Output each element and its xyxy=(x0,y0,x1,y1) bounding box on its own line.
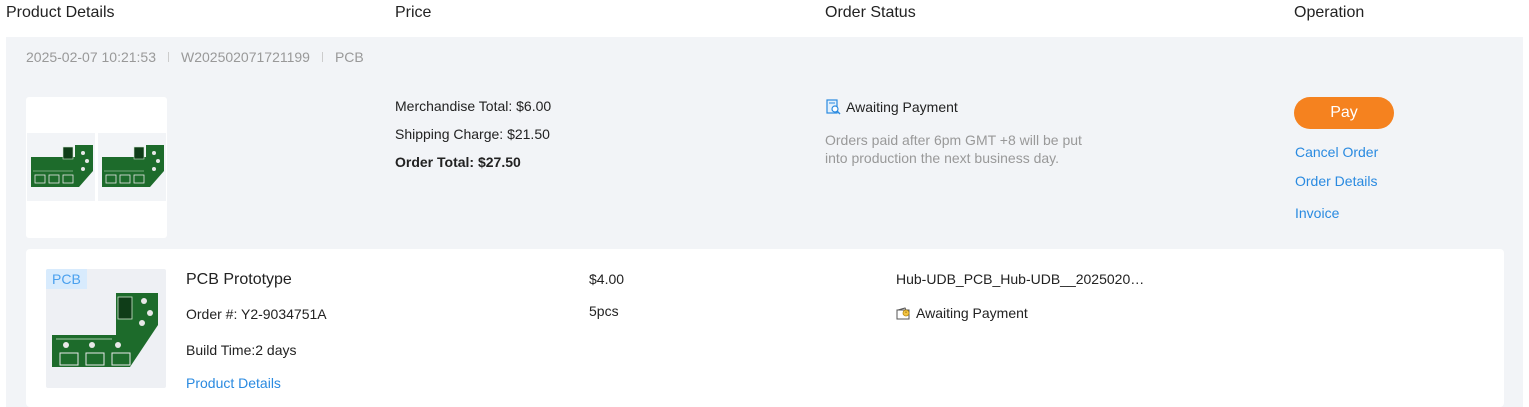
pcb-product-image[interactable]: PCB xyxy=(46,269,166,388)
item-unit-price: $4.00 xyxy=(589,271,625,287)
order-thumbnail-card[interactable] xyxy=(26,97,167,238)
item-order-number: Order #: Y2-9034751A xyxy=(186,306,327,322)
order-meta: 2025-02-07 10:21:53 W202502071721199 PCB xyxy=(26,49,364,65)
header-order-status: Order Status xyxy=(825,4,916,21)
order-status: Awaiting Payment xyxy=(825,99,958,115)
item-title: PCB Prototype xyxy=(186,271,292,288)
header-product-details: Product Details xyxy=(6,4,115,21)
order-category: PCB xyxy=(334,49,364,65)
order-total: Order Total: $27.50 xyxy=(395,154,521,170)
order-date: 2025-02-07 10:21:53 xyxy=(26,49,156,65)
pcb-thumbnail xyxy=(98,133,166,201)
order-status-label: Awaiting Payment xyxy=(846,99,958,115)
product-details-link[interactable]: Product Details xyxy=(186,375,281,391)
merchandise-total: Merchandise Total: $6.00 xyxy=(395,98,552,114)
order-details-link[interactable]: Order Details xyxy=(1295,173,1377,189)
shipping-charge: Shipping Charge: $21.50 xyxy=(395,126,550,142)
item-build-time: Build Time:2 days xyxy=(186,342,297,358)
divider xyxy=(321,52,323,62)
order-list-page: Product Details Price Order Status Opera… xyxy=(0,0,1529,407)
pay-button[interactable]: Pay xyxy=(1294,97,1394,129)
order-block: 2025-02-07 10:21:53 W202502071721199 PCB xyxy=(6,37,1523,407)
item-status: Awaiting Payment xyxy=(896,305,1028,321)
invoice-search-icon xyxy=(825,99,841,115)
item-quantity: 5pcs xyxy=(589,303,619,319)
wallet-clock-icon xyxy=(896,306,911,320)
divider xyxy=(168,52,169,62)
item-status-label: Awaiting Payment xyxy=(916,305,1028,321)
item-file-name: Hub-UDB_PCB_Hub-UDB__2025020… xyxy=(896,271,1145,287)
pcb-tag: PCB xyxy=(46,269,87,289)
pcb-thumbnail xyxy=(27,133,95,201)
invoice-link[interactable]: Invoice xyxy=(1295,205,1339,221)
order-number: W202502071721199 xyxy=(181,49,310,65)
cancel-order-link[interactable]: Cancel Order xyxy=(1295,144,1378,160)
header-price: Price xyxy=(395,4,432,21)
production-note: Orders paid after 6pm GMT +8 will be put… xyxy=(825,132,1082,166)
header-operation: Operation xyxy=(1294,4,1365,21)
order-item-card: PCB PCB Prototype Order #: Y2-9034751A B… xyxy=(26,249,1504,407)
